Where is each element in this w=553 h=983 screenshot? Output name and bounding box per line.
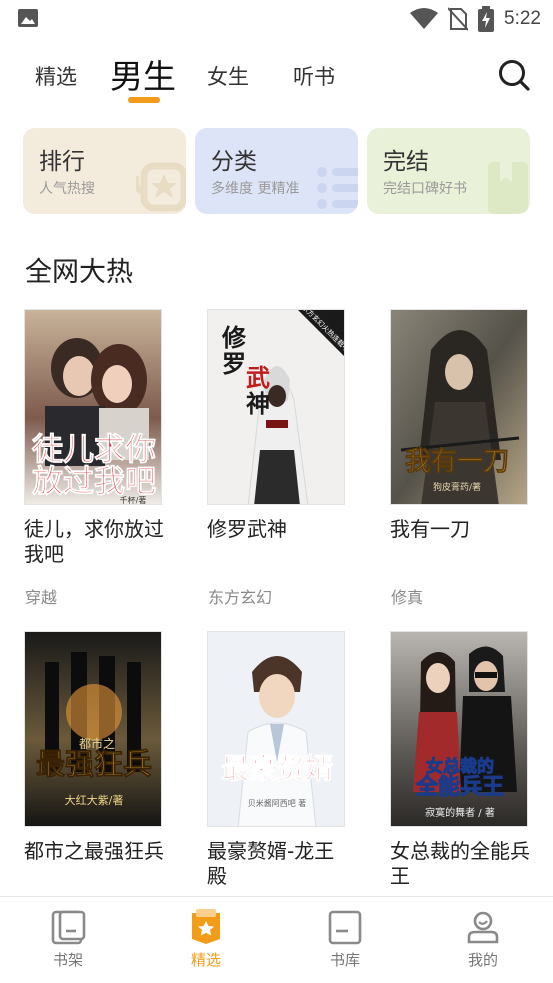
book-title: 最豪赘婿-龙王殿: [207, 839, 335, 888]
svg-text:武: 武: [246, 363, 270, 392]
cover-author-text: 寂寞的舞者 / 著: [425, 806, 495, 819]
bookshelf-icon: [51, 910, 86, 945]
tab-featured[interactable]: 精选: [35, 50, 77, 102]
svg-text:神: 神: [246, 389, 270, 418]
nav-featured-label: 精选: [190, 951, 221, 969]
profile-icon: [467, 911, 499, 944]
cover-author-text: 千杯/著: [120, 495, 147, 505]
svg-text:放过我吧: 放过我吧: [31, 464, 156, 500]
completed-card[interactable]: 完结 完结口碑好书: [367, 128, 530, 214]
book-card[interactable]: 女总裁的 全能兵王 寂寞的舞者 / 著 女总裁的全能兵王: [390, 631, 530, 889]
cover-title-text: 女总裁的: [426, 756, 494, 777]
book-genre-tag: 修真: [391, 588, 424, 607]
completed-card-subtitle: 完结口碑好书: [383, 181, 467, 197]
category-card[interactable]: 分类 多维度 更精准: [195, 128, 358, 214]
cover-title-text: 徒儿求你: [31, 432, 156, 468]
ranking-card-title: 排行: [39, 149, 85, 175]
book-title: 女总裁的全能兵王: [390, 839, 530, 888]
nav-bookshelf-label: 书架: [52, 951, 83, 969]
tab-audiobooks[interactable]: 听书: [293, 50, 335, 102]
nav-bookshelf[interactable]: 书架: [28, 909, 108, 975]
svg-text:罗: 罗: [222, 349, 246, 378]
search-icon[interactable]: [497, 58, 531, 92]
trophy-cup-icon: [136, 162, 186, 212]
star-badge-icon: [192, 909, 220, 944]
section-title: 全网大热: [25, 257, 133, 288]
battery-charging-icon: [478, 6, 495, 32]
status-bar: 5:22: [0, 0, 553, 38]
book-card[interactable]: 东方玄幻火热连载中 修 罗 武 神 修罗武神: [207, 309, 347, 542]
svg-text:全能兵王: 全能兵王: [415, 774, 504, 800]
book-title: 修罗武神: [207, 517, 287, 541]
completed-card-title: 完结: [383, 149, 429, 175]
book-cover: 最豪赘婿 贝米酱阿西吧 著: [207, 631, 345, 827]
category-card-title: 分类: [211, 149, 257, 175]
cover-title-text: 最强狂兵: [36, 747, 152, 781]
book-title: 都市之最强狂兵: [24, 839, 164, 863]
no-sim-icon: [448, 7, 469, 31]
book-card[interactable]: 最豪赘婿 贝米酱阿西吧 著 最豪赘婿-龙王殿: [207, 631, 347, 889]
nav-profile[interactable]: 我的: [443, 909, 523, 975]
book-card[interactable]: 都市之 最强狂兵 大红大紫/著 都市之最强狂兵: [24, 631, 164, 864]
wifi-icon: [410, 8, 439, 29]
nav-library[interactable]: 书库: [305, 909, 385, 975]
book-cover: 女总裁的 全能兵王 寂寞的舞者 / 著: [390, 631, 528, 827]
cover-author-text: 狗皮膏药/著: [433, 481, 481, 493]
cover-title-text: 修: [221, 323, 247, 352]
bottom-navigation: 书架 精选 书库 我的: [0, 896, 553, 983]
list-icon: [317, 167, 358, 209]
tab-male[interactable]: 男生: [110, 48, 176, 100]
book-genre-tag: 东方玄幻: [208, 588, 273, 607]
category-card-subtitle: 多维度 更精准: [211, 181, 300, 197]
ranking-card[interactable]: 排行 人气热搜: [23, 128, 186, 214]
book-title: 徒儿，求你放过我吧: [24, 517, 164, 566]
cover-author-text: 贝米酱阿西吧 著: [248, 798, 307, 808]
nav-profile-label: 我的: [467, 951, 498, 969]
status-time: 5:22: [504, 8, 541, 29]
active-tab-indicator: [128, 97, 160, 103]
cover-author-text: 大红大紫/著: [65, 793, 124, 807]
cover-title-text: 我有一刀: [405, 447, 509, 477]
nav-featured[interactable]: 精选: [166, 909, 246, 975]
book-cover: 东方玄幻火热连载中 修 罗 武 神: [207, 309, 345, 505]
bookmark-book-icon: [488, 162, 528, 214]
book-title: 我有一刀: [390, 517, 470, 541]
book-genre-tag: 穿越: [25, 588, 58, 607]
top-tab-bar: 精选 男生 女生 听书: [0, 50, 553, 110]
book-cover: 徒儿求你 放过我吧 千杯/著: [24, 309, 162, 505]
library-icon: [328, 910, 362, 945]
tab-female[interactable]: 女生: [207, 50, 249, 102]
ranking-card-subtitle: 人气热搜: [39, 181, 95, 197]
book-cover: 都市之 最强狂兵 大红大紫/著: [24, 631, 162, 827]
book-cover: 我有一刀 狗皮膏药/著: [390, 309, 528, 505]
book-card[interactable]: 我有一刀 狗皮膏药/著 我有一刀: [390, 309, 530, 542]
nav-library-label: 书库: [329, 951, 360, 969]
category-cards: 排行 人气热搜 分类 多维度 更精准 完结 完结口碑好书: [23, 128, 530, 214]
book-card[interactable]: 徒儿求你 放过我吧 千杯/著 徒儿，求你放过我吧: [24, 309, 164, 567]
image-icon: [18, 9, 38, 27]
cover-title-text: 最豪赘婿: [221, 752, 333, 785]
